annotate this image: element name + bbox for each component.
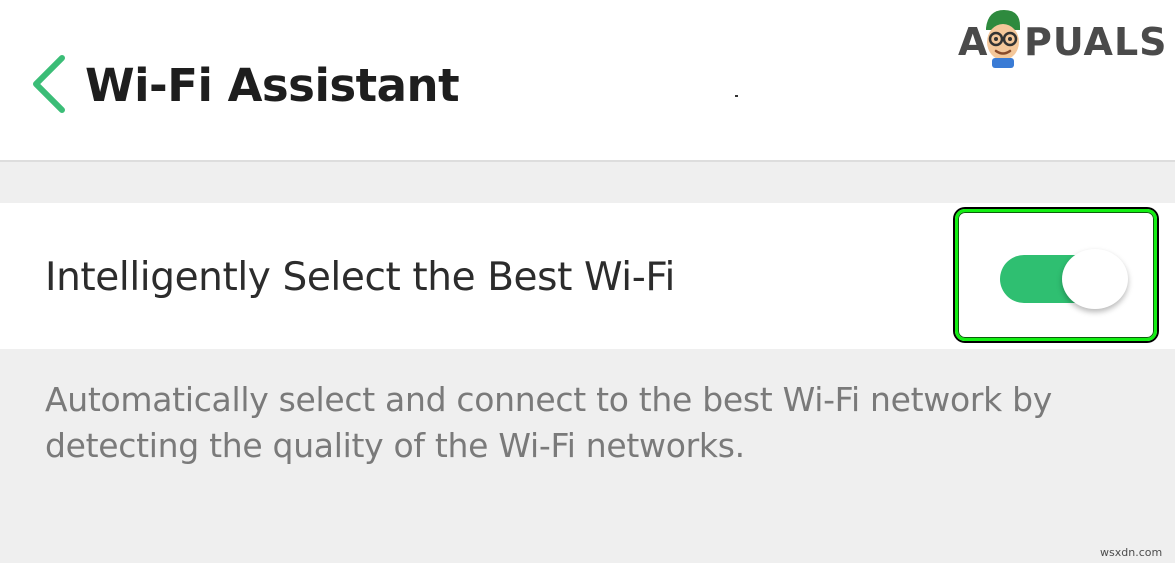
watermark-text-end: PUALS — [1024, 20, 1168, 64]
setting-label: Intelligently Select the Best Wi-Fi — [45, 255, 675, 300]
appuals-mascot-icon — [986, 10, 1020, 68]
chevron-left-icon — [33, 55, 65, 113]
toggle-knob[interactable] — [1062, 249, 1128, 309]
setting-row-intelligent-wifi[interactable]: Intelligently Select the Best Wi-Fi — [0, 203, 1175, 349]
header-bar: Wi-Fi Assistant A PUALS — [0, 0, 1175, 162]
source-watermark: wsxdn.com — [1100, 546, 1163, 559]
page-title: Wi-Fi Assistant — [85, 59, 460, 112]
watermark-logo: A PUALS — [958, 6, 1168, 68]
setting-description: Automatically select and connect to the … — [45, 380, 1053, 465]
artifact-dot — [735, 95, 738, 97]
back-button[interactable] — [28, 54, 72, 114]
